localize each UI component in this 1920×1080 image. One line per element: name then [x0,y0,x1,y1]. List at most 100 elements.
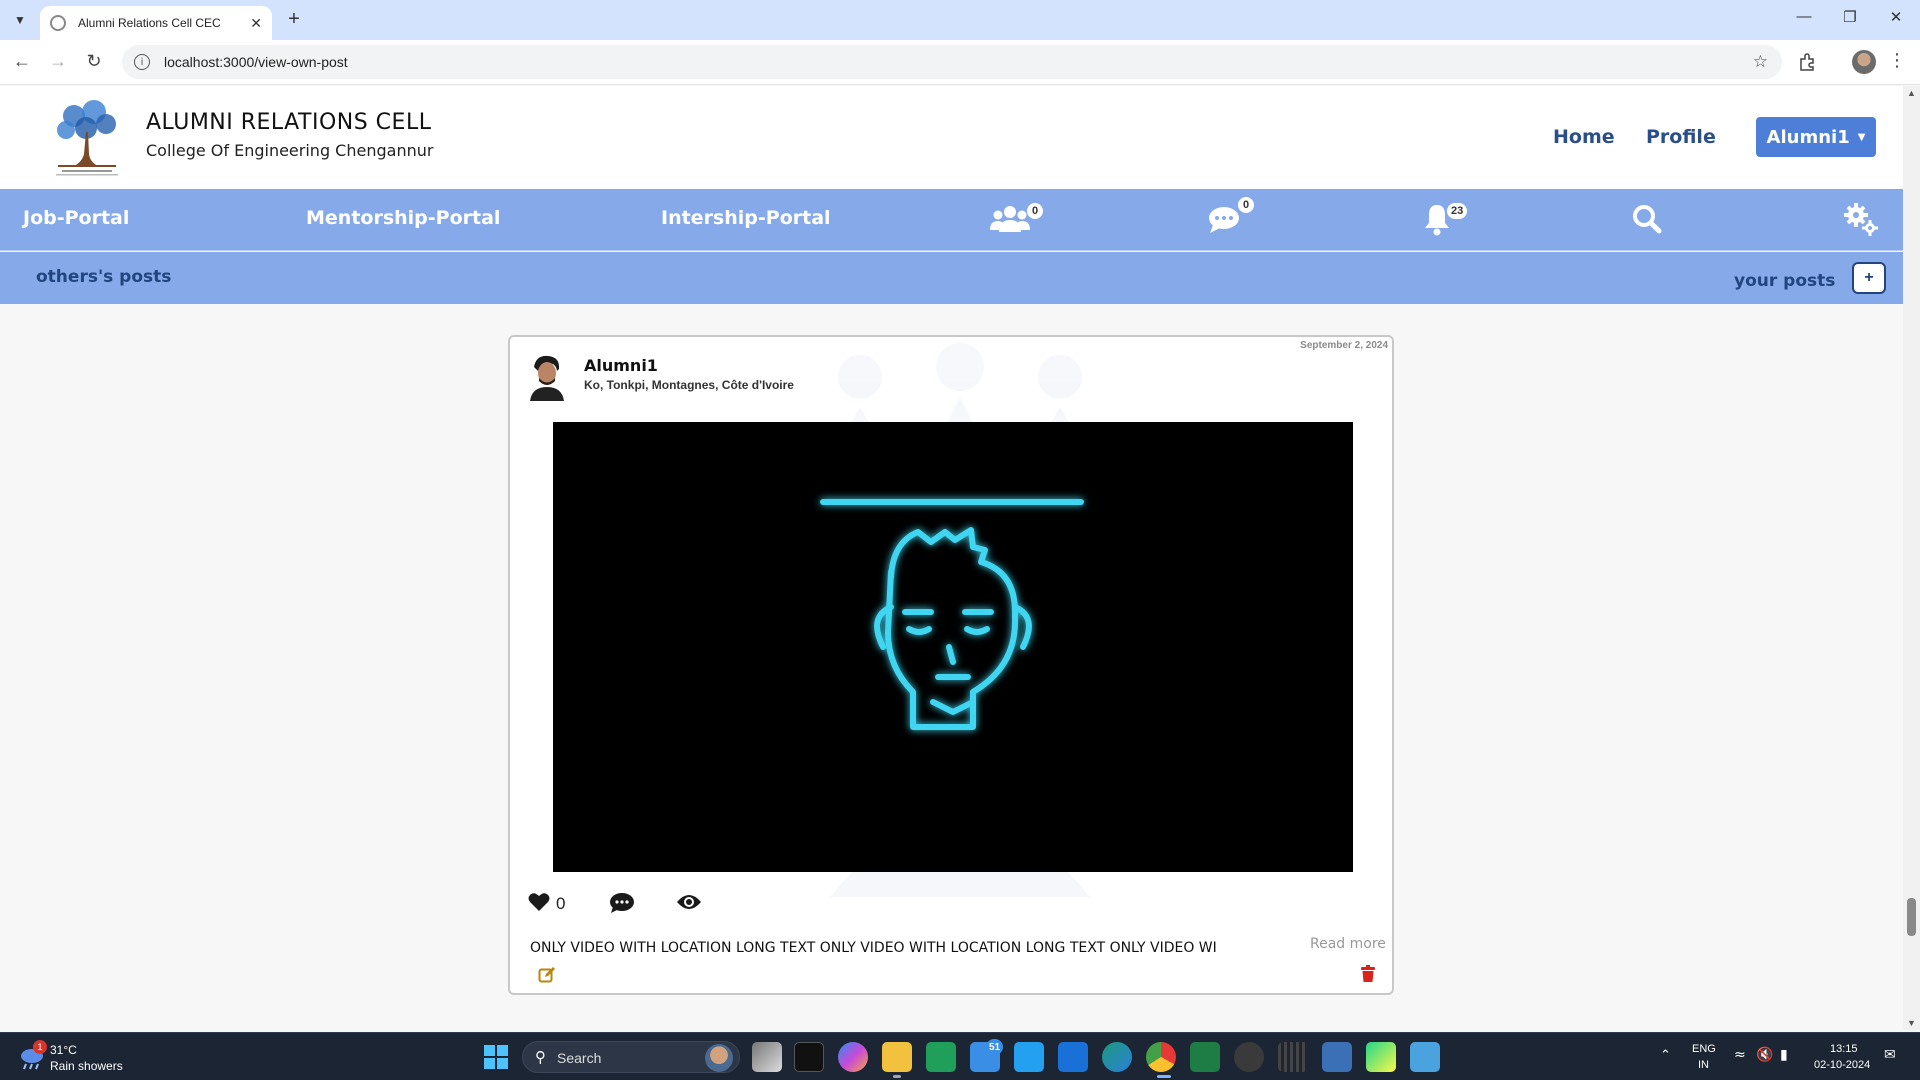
weather-description[interactable]: Rain showers [50,1059,123,1073]
notifications-bell-icon[interactable] [1423,201,1451,237]
post-location: Ko, Tonkpi, Montagnes, Côte d'Ivoire [584,378,794,392]
internship-portal-link[interactable]: Intership-Portal [661,207,831,229]
site-title: ALUMNI RELATIONS CELL [146,110,432,135]
taskbar-search-label: Search [557,1050,602,1066]
page-scrollbar[interactable]: ▲ ▼ [1903,86,1920,1030]
app-icon[interactable] [1278,1042,1308,1072]
clock-time[interactable]: 13:15 [1830,1043,1858,1055]
chrome-active-indicator [1157,1075,1171,1078]
post-video[interactable] [553,422,1353,872]
tab-title: Alumni Relations Cell CEC [78,16,221,30]
weather-badge: 1 [33,1040,47,1054]
copilot-icon[interactable] [838,1042,868,1072]
scrollbar-thumb[interactable] [1907,898,1916,936]
settings-gears-icon[interactable] [1843,201,1879,237]
camera-app-icon[interactable] [1234,1042,1264,1072]
clock-date[interactable]: 02-10-2024 [1814,1059,1870,1071]
task-view-icon[interactable] [752,1042,782,1072]
mail-badge: 51 [986,1039,1004,1055]
browser-profile-avatar[interactable] [1852,50,1876,74]
search-icon[interactable] [1632,201,1662,237]
file-explorer-icon[interactable] [882,1042,912,1072]
edit-icon[interactable] [538,966,556,984]
posts-filter-bar: others's posts your posts + [0,252,1903,304]
database-tool-icon[interactable] [1322,1042,1352,1072]
browser-tabstrip: ▼ Alumni Relations Cell CEC ✕ + — ❐ ✕ [0,0,1920,40]
connections-icon[interactable] [990,201,1030,237]
browser-tab[interactable]: Alumni Relations Cell CEC ✕ [40,6,272,40]
vscode-icon[interactable] [1014,1042,1044,1072]
your-posts-link[interactable]: your posts [1734,271,1835,291]
sheets-app-icon[interactable] [926,1042,956,1072]
wifi-icon[interactable]: ≈ [1734,1047,1746,1063]
browser-menu-icon[interactable]: ⋮ [1888,50,1906,71]
post-author[interactable]: Alumni1 [584,356,658,375]
restore-icon[interactable]: ❐ [1838,8,1862,26]
bookmark-star-icon[interactable]: ☆ [1753,52,1768,72]
author-avatar[interactable] [526,353,568,401]
url-text[interactable]: localhost:3000/view-own-post [164,54,348,70]
video-face-illustration [820,499,1084,730]
others-posts-link[interactable]: others's posts [36,267,171,287]
tab-close-icon[interactable]: ✕ [250,15,262,32]
address-bar[interactable]: i localhost:3000/view-own-post ☆ [122,45,1782,79]
like-heart-icon[interactable] [528,892,550,912]
like-count: 0 [556,894,566,913]
connections-badge: 0 [1027,203,1043,219]
tree-logo-icon [56,100,118,176]
extensions-icon[interactable] [1798,53,1816,76]
start-button[interactable] [484,1045,508,1069]
notepad-icon[interactable] [1410,1042,1440,1072]
store-icon[interactable] [1058,1042,1088,1072]
notifications-badge: 23 [1447,203,1468,219]
portal-nav: Job-Portal Mentorship-Portal Intership-P… [0,189,1903,251]
site-subtitle: College Of Engineering Chengannur [146,141,434,160]
window-close-icon[interactable]: ✕ [1884,8,1908,26]
minimize-icon[interactable]: — [1792,8,1816,25]
messages-badge: 0 [1238,197,1254,213]
post-date: September 2, 2024 [1300,340,1388,351]
globe-icon [50,15,66,31]
comment-icon[interactable] [609,892,635,914]
job-portal-link[interactable]: Job-Portal [23,207,129,229]
post-card: September 2, 2024 Alumni1 Ko, Tonkpi, Mo… [508,335,1394,995]
user-menu-button[interactable]: Alumni1 ▼ [1756,117,1876,157]
language-indicator[interactable]: ENG [1692,1043,1716,1055]
site-info-icon[interactable]: i [134,54,150,70]
back-icon[interactable]: ← [10,51,34,72]
chrome-browser-icon[interactable] [1146,1042,1176,1072]
battery-icon[interactable]: ▮ [1780,1047,1788,1063]
read-more-link[interactable]: Read more [1310,936,1386,952]
scroll-up-icon[interactable]: ▲ [1907,88,1916,98]
tab-search-chevron-icon[interactable]: ▼ [8,8,32,32]
user-menu-label: Alumni1 [1766,126,1850,148]
edge-browser-icon[interactable] [1102,1042,1132,1072]
site-header: ALUMNI RELATIONS CELL College Of Enginee… [0,86,1903,189]
nav-home-link[interactable]: Home [1553,126,1615,148]
messages-icon[interactable] [1208,201,1240,237]
views-eye-icon [677,895,701,909]
caret-down-icon: ▼ [1857,131,1866,143]
browser-toolbar: ← → ↻ i localhost:3000/view-own-post ☆ ⋮ [0,40,1920,85]
weather-temperature[interactable]: 31°C [50,1043,77,1057]
tray-overflow-icon[interactable]: ⌃ [1660,1047,1671,1063]
pycharm-icon[interactable] [1366,1042,1396,1072]
mentorship-portal-link[interactable]: Mentorship-Portal [306,207,500,229]
new-tab-icon[interactable]: + [282,8,306,31]
taskbar-search[interactable]: ⚲ Search [522,1041,740,1073]
add-post-button[interactable]: + [1852,262,1886,294]
nav-profile-link[interactable]: Profile [1646,126,1716,148]
region-indicator[interactable]: IN [1698,1059,1709,1071]
terminal-icon[interactable] [794,1042,824,1072]
file-explorer-running-indicator [893,1075,901,1078]
excel-icon[interactable] [1190,1042,1220,1072]
taskbar-search-icon: ⚲ [535,1048,546,1066]
scroll-down-icon[interactable]: ▼ [1907,1018,1916,1028]
delete-trash-icon[interactable] [1360,965,1376,983]
search-highlight-image [705,1044,733,1072]
notification-center-icon[interactable]: ✉ [1884,1047,1896,1063]
reload-icon[interactable]: ↻ [82,51,106,72]
speaker-muted-icon[interactable]: 🔇 [1756,1047,1773,1063]
forward-icon[interactable]: → [46,51,70,72]
windows-taskbar: 1 31°C Rain showers ⚲ Search 51 ⌃ ENG IN… [0,1032,1920,1080]
